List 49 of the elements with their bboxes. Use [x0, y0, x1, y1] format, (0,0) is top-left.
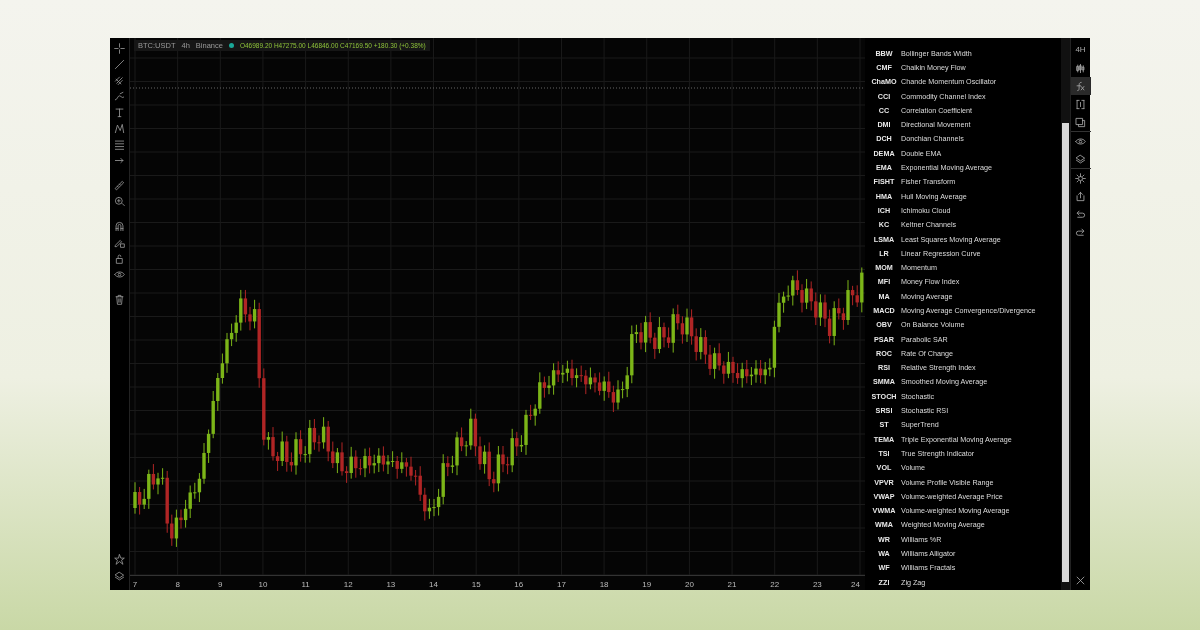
axis-label: 20 — [684, 580, 694, 589]
redo-icon[interactable] — [1075, 226, 1086, 238]
settings-icon[interactable] — [1075, 172, 1086, 184]
axis-label: 7 — [132, 580, 138, 589]
trash-icon[interactable] — [114, 294, 125, 305]
axis-label: 23 — [812, 580, 822, 589]
ruler-icon[interactable] — [114, 180, 125, 191]
toolbar-button[interactable] — [1070, 168, 1091, 187]
line-tool-icon[interactable] — [114, 59, 125, 70]
axis-label: 13 — [386, 580, 396, 589]
axis-label: 17 — [557, 580, 566, 589]
scrollbar[interactable] — [1061, 38, 1070, 590]
axis-label: 9 — [218, 580, 223, 589]
copy-icon[interactable] — [1075, 116, 1086, 128]
scrollbar-thumb[interactable] — [1062, 123, 1069, 582]
function-icon[interactable] — [1075, 80, 1086, 92]
share-icon[interactable] — [1075, 190, 1086, 202]
lock-icon[interactable] — [114, 253, 125, 264]
arrow-icon[interactable] — [114, 155, 125, 166]
star-icon[interactable] — [114, 554, 125, 565]
layers-icon[interactable] — [1075, 153, 1086, 165]
axis-label: 12 — [343, 580, 353, 589]
axis-label: 14 — [429, 580, 438, 589]
status-dot — [228, 43, 234, 48]
magnet-icon[interactable] — [114, 221, 125, 232]
axis-label: 18 — [599, 580, 609, 589]
brush-icon[interactable] — [114, 91, 125, 102]
axis-label: 21 — [727, 580, 737, 589]
layers-icon[interactable] — [114, 571, 125, 582]
eye-icon[interactable] — [114, 269, 125, 280]
axis-label: 22 — [770, 580, 780, 589]
eye-icon[interactable] — [1075, 135, 1086, 147]
undo-icon[interactable] — [1075, 208, 1086, 220]
axis-label: 8 — [175, 580, 180, 589]
axis-label: 10 — [258, 580, 268, 589]
interval-button[interactable]: 4H — [1075, 41, 1086, 59]
pencil-lock-icon[interactable] — [114, 237, 125, 248]
axis-label: 15 — [471, 580, 481, 589]
axis-label: 11 — [301, 580, 310, 589]
bracket-icon[interactable] — [1075, 98, 1086, 110]
axis-label: 24 — [851, 580, 860, 589]
candles-icon[interactable] — [1075, 62, 1086, 74]
close-icon[interactable] — [1075, 575, 1086, 586]
axis-label: 19 — [642, 580, 652, 589]
crosshair-icon[interactable] — [114, 43, 125, 54]
pattern-icon[interactable] — [114, 123, 125, 134]
zoom-in-icon[interactable] — [114, 196, 125, 207]
axis-label: 16 — [514, 580, 524, 589]
text-tool-icon[interactable] — [114, 107, 125, 118]
